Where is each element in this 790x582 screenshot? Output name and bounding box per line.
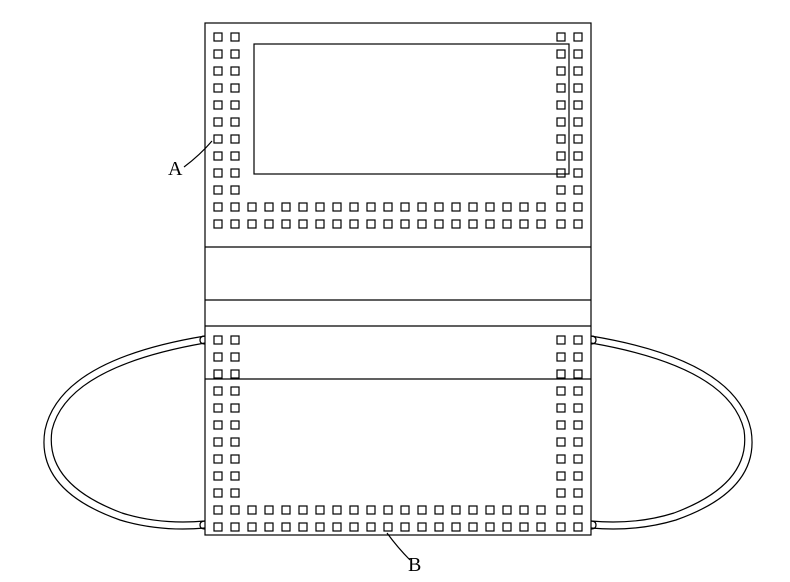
mask-drawing: [0, 0, 790, 582]
window-rect: [254, 44, 569, 174]
label-a: A: [168, 158, 182, 181]
label-b: B: [408, 554, 421, 577]
leader-a: [184, 141, 212, 167]
weld-squares-bottom-left-cols: [214, 336, 239, 497]
diagram-canvas: A B: [0, 0, 790, 582]
weld-squares-bottom-right-cols: [557, 336, 582, 497]
weld-squares-top-bottom-rows: [214, 203, 582, 228]
leader-b: [387, 533, 410, 560]
weld-squares-bottom-bottom-rows: [214, 506, 582, 531]
weld-squares-top-left-cols: [214, 33, 239, 194]
ear-loop-left: [44, 336, 205, 529]
mask-body-outline: [205, 23, 591, 535]
ear-loop-right: [591, 336, 752, 529]
